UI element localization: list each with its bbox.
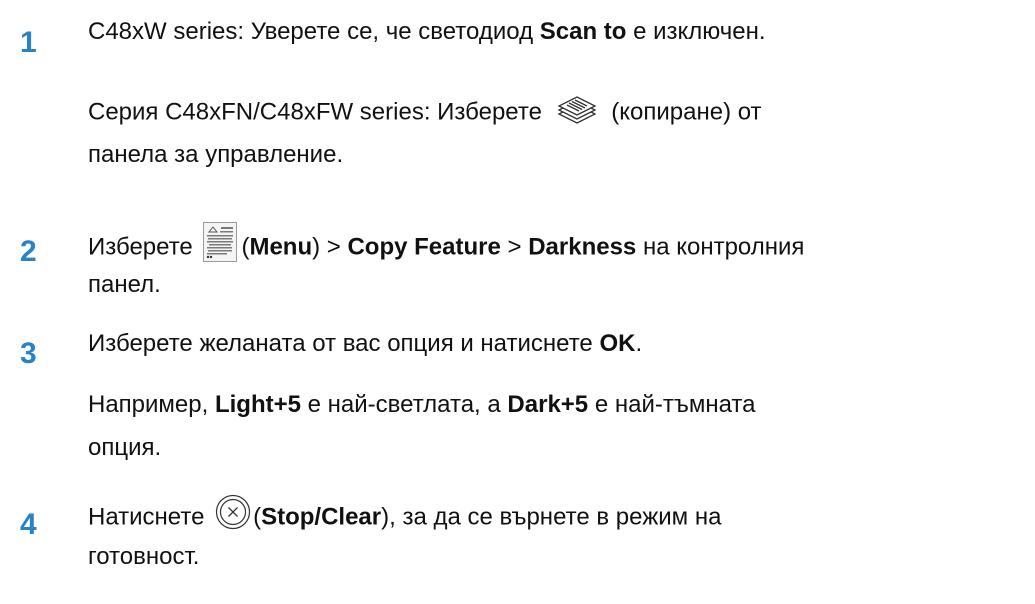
dark-label: Dark+5 xyxy=(507,391,589,418)
step-number: 3 xyxy=(20,337,37,370)
text: на контролния xyxy=(636,233,805,261)
copy-icon xyxy=(555,94,599,126)
text: . xyxy=(635,330,643,357)
step-number: 1 xyxy=(20,26,37,59)
text: > xyxy=(500,233,529,261)
copy-feature-label: Copy Feature xyxy=(347,233,501,261)
text: ), за да се върнете в режим на xyxy=(381,503,722,531)
text: Изберете xyxy=(88,233,200,261)
text: Серия C48xFN/C48xFW series: Изберете xyxy=(88,98,549,126)
text: е най-светлата, а xyxy=(300,391,508,418)
text: ) > xyxy=(312,233,348,261)
step-number: 4 xyxy=(20,508,37,541)
step-text-line: Изберете (Menu) > Copy Feature > Darknes… xyxy=(88,222,805,268)
step-text-line: Изберете желаната от вас опция и натисне… xyxy=(88,330,642,358)
led-name: Scan to xyxy=(539,18,627,45)
step-text-line: Натиснете (Stop/Clear), за да се върнете… xyxy=(88,494,722,536)
stop-clear-label: Stop/Clear xyxy=(261,503,382,531)
step-number: 2 xyxy=(20,235,37,268)
text: Например, xyxy=(88,391,215,418)
text: C48xW series: Уверете се, че светодиод xyxy=(88,18,540,45)
menu-icon xyxy=(203,222,238,262)
text: (копиране) от xyxy=(604,98,762,126)
step-text-line: панел. xyxy=(88,271,161,298)
step-text-line: Серия C48xFN/C48xFW series: Изберете (ко… xyxy=(88,94,762,129)
step-text-line: C48xW series: Уверете се, че светодиод S… xyxy=(88,18,766,46)
menu-label: Menu xyxy=(249,233,313,261)
text: е изключен. xyxy=(626,18,766,45)
step-text-line: готовност. xyxy=(88,543,200,570)
darkness-label: Darkness xyxy=(528,233,637,261)
step-text-line: панела за управление. xyxy=(88,141,344,168)
ok-label: OK xyxy=(599,330,636,357)
text: ( xyxy=(253,503,262,531)
text: Изберете желаната от вас опция и натисне… xyxy=(88,330,600,357)
text: е най-тъмната xyxy=(588,391,756,418)
step-text-line: опция. xyxy=(88,434,162,461)
stop-clear-icon xyxy=(215,494,251,530)
step-text-line: Например, Light+5 е най-светлата, а Dark… xyxy=(88,391,755,419)
light-label: Light+5 xyxy=(214,391,301,418)
text: Натиснете xyxy=(88,503,212,531)
